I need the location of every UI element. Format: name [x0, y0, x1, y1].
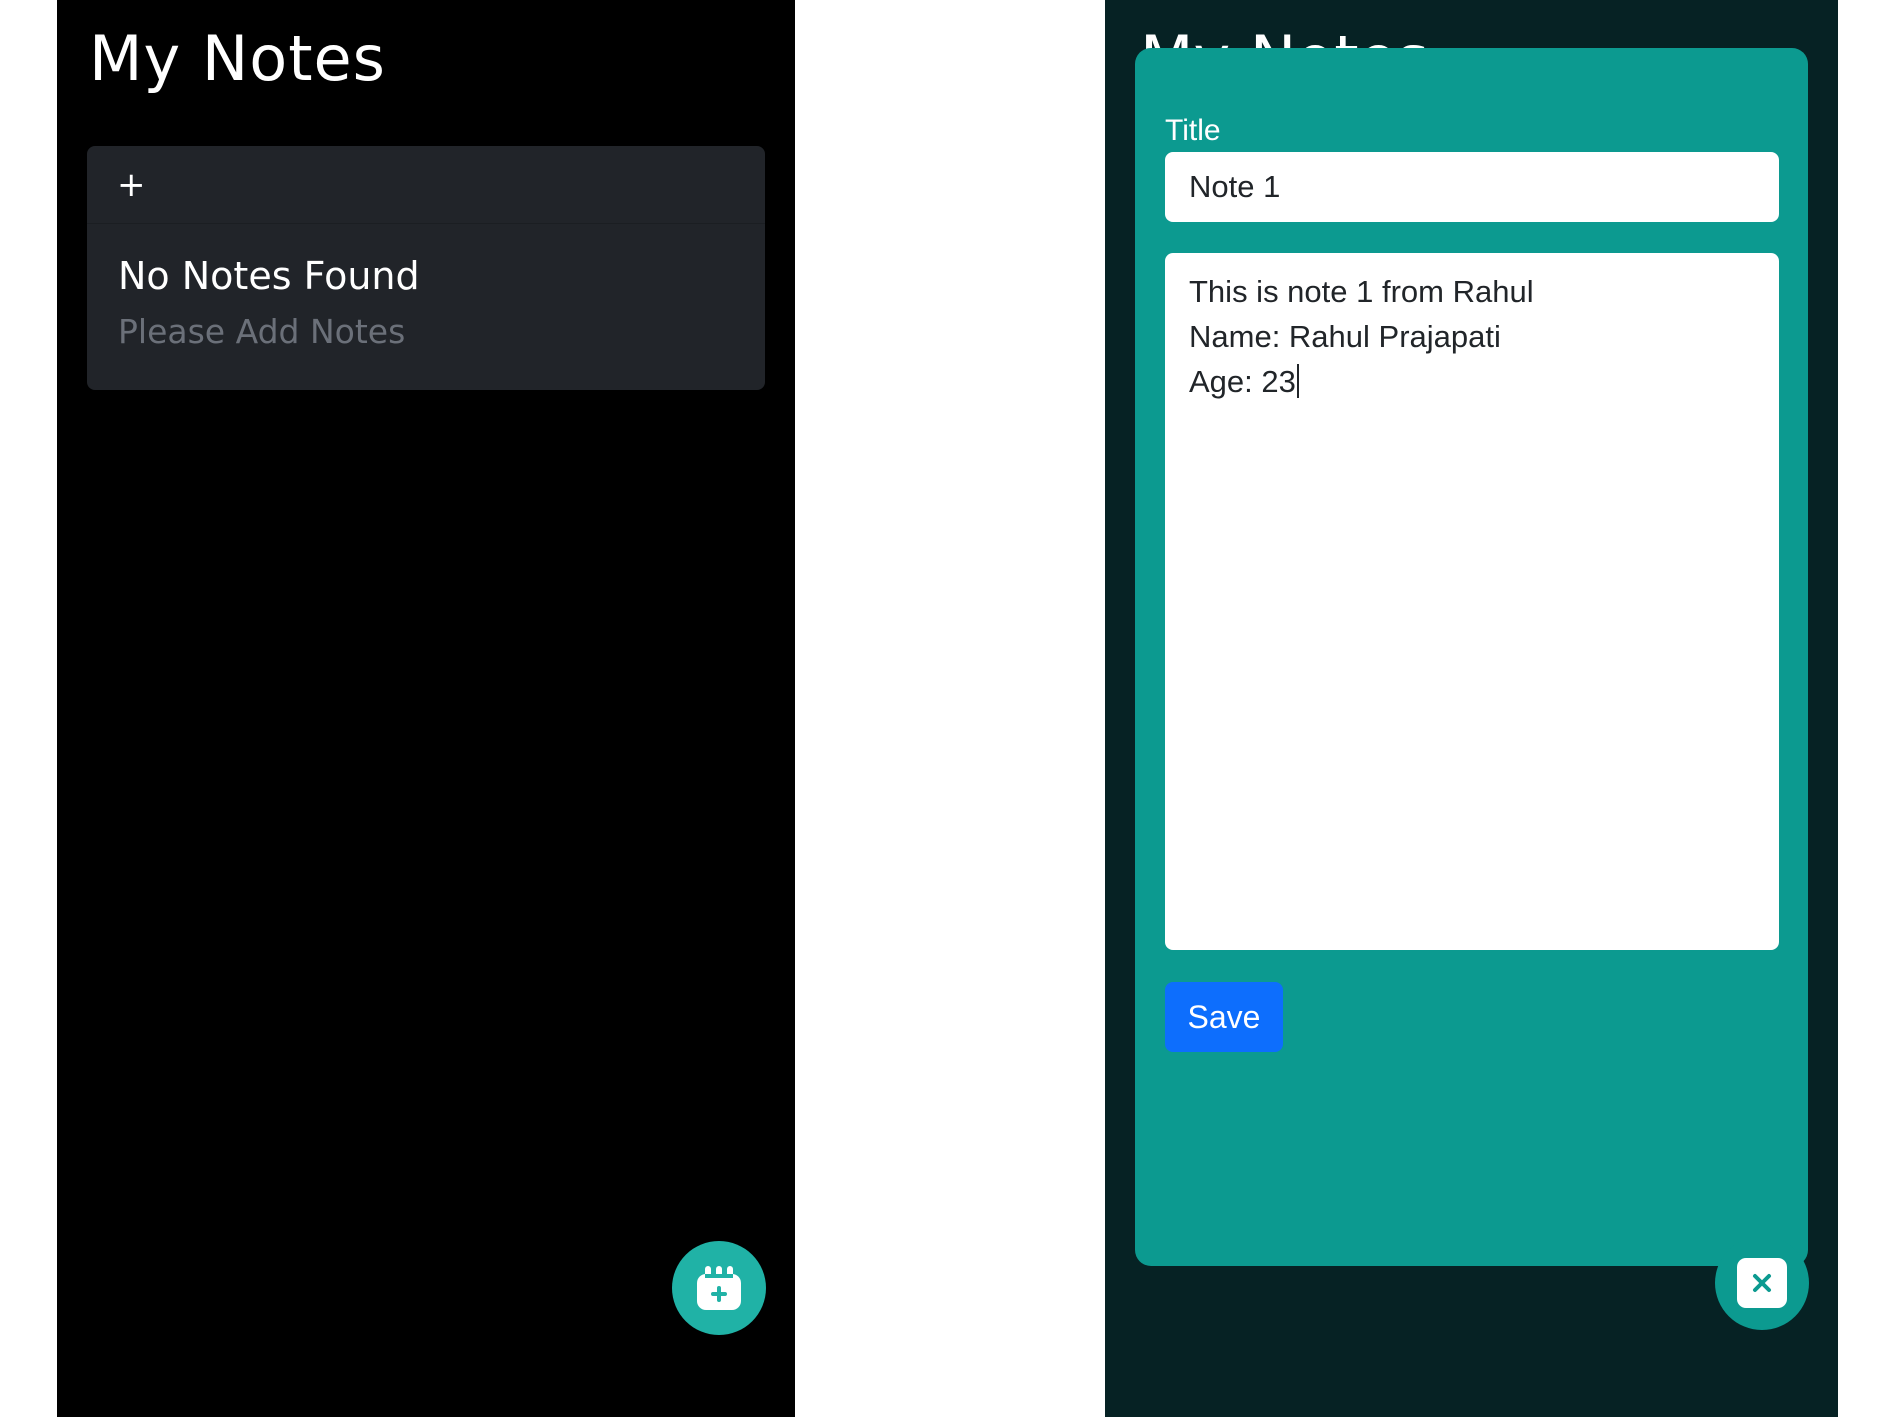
close-icon-box — [1737, 1258, 1787, 1308]
add-note-fab[interactable] — [672, 1241, 766, 1335]
note-body-line: This is note 1 from Rahul — [1189, 274, 1534, 309]
notes-card: + No Notes Found Please Add Notes — [87, 146, 765, 390]
close-modal-fab[interactable] — [1715, 1236, 1809, 1330]
note-body-textarea[interactable]: This is note 1 from Rahul Name: Rahul Pr… — [1165, 253, 1779, 950]
note-body-line-text: Age: 23 — [1189, 364, 1296, 399]
calendar-plus-icon — [697, 1266, 741, 1310]
stage: My Notes + No Notes Found Please Add Not… — [0, 0, 1890, 1417]
empty-state-title: No Notes Found — [118, 254, 420, 298]
save-button[interactable]: Save — [1165, 982, 1283, 1052]
title-field-label: Title — [1165, 114, 1221, 147]
title-input[interactable] — [1165, 152, 1779, 222]
note-body-line-last: Age: 23 — [1189, 359, 1755, 404]
notes-list-screen: My Notes + No Notes Found Please Add Not… — [57, 0, 795, 1417]
empty-state: No Notes Found Please Add Notes — [87, 224, 765, 381]
note-body-line: Name: Rahul Prajapati — [1189, 319, 1501, 354]
note-editor-modal: Title This is note 1 from Rahul Name: Ra… — [1135, 48, 1808, 1266]
empty-state-subtitle: Please Add Notes — [118, 312, 406, 351]
close-icon — [1753, 1274, 1771, 1292]
text-caret — [1296, 364, 1299, 398]
page-title: My Notes — [89, 22, 386, 95]
note-editor-screen: My Notes Title This is note 1 from Rahul… — [1105, 0, 1838, 1417]
notes-card-header: + — [87, 146, 765, 224]
add-note-button[interactable]: + — [117, 168, 146, 202]
